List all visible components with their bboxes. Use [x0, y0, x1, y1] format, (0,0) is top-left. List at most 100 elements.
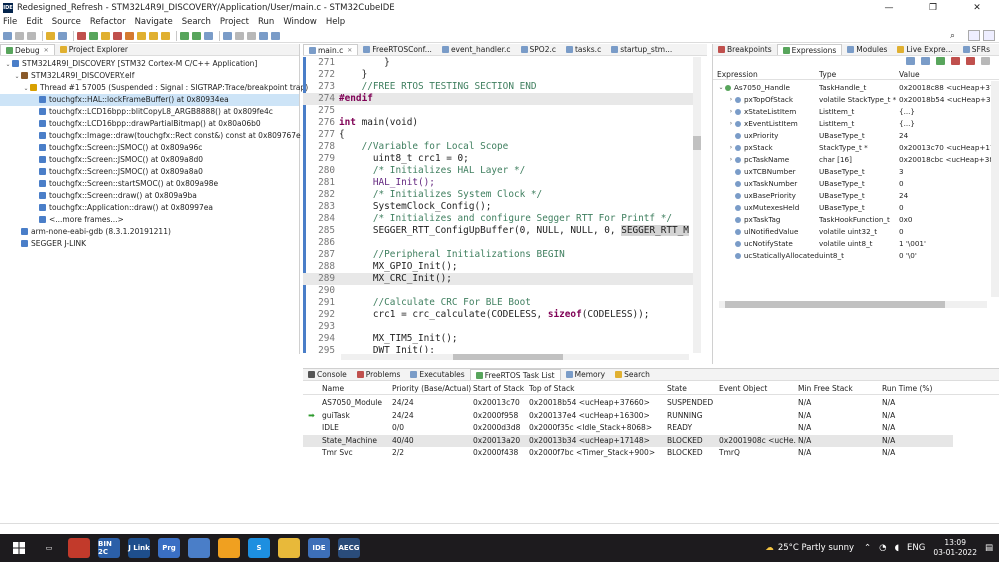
- menu-source[interactable]: Source: [52, 17, 81, 27]
- tab-debug[interactable]: Debug ✕: [0, 44, 55, 55]
- code-line[interactable]: 285 SEGGER_RTT_ConfigUpBuffer(0, NULL, N…: [303, 225, 699, 237]
- expression-row[interactable]: pxTaskTag TaskHookFunction_t 0x0: [713, 214, 999, 226]
- code-line[interactable]: 282 /* Initializes System Clock */: [303, 189, 699, 201]
- expression-row[interactable]: ⌄ As7050_Handle TaskHandle_t 0x20018c88 <uc…: [713, 82, 999, 94]
- task-col-header[interactable]: Start of Stack: [471, 383, 527, 394]
- step-return-icon[interactable]: [161, 31, 170, 40]
- vertical-scrollbar[interactable]: [693, 57, 701, 353]
- editor-tab[interactable]: event_handler.c: [437, 44, 516, 55]
- weather-icon[interactable]: ☁: [765, 543, 774, 553]
- close-button[interactable]: ✕: [955, 0, 999, 16]
- debug-tree-item[interactable]: touchgfx::Application::draw() at 0x80997…: [0, 202, 299, 214]
- perspective-debug-icon[interactable]: [983, 30, 995, 41]
- expression-value[interactable]: {...}: [899, 118, 995, 130]
- editor-tab[interactable]: tasks.c: [561, 44, 606, 55]
- task-row[interactable]: AS7050_Module 24/24 0x20013c70 0x20018b54 <…: [303, 397, 953, 409]
- expression-value[interactable]: 1 '\001': [899, 238, 995, 250]
- jlink-icon[interactable]: J Link: [128, 538, 150, 558]
- expr-vertical-scrollbar[interactable]: [991, 81, 999, 297]
- debug-tree-item[interactable]: touchgfx::Screen::draw() at 0x809a9ba: [0, 190, 299, 202]
- edit-icon[interactable]: [235, 31, 244, 40]
- expression-value[interactable]: 0x20018b54 <ucHeap+37: [899, 94, 995, 106]
- code-line[interactable]: 272 }: [303, 69, 699, 81]
- view-menu-icon[interactable]: [981, 57, 990, 65]
- debug-tree-item[interactable]: <...more frames...>: [0, 214, 299, 226]
- programmer-icon[interactable]: Prg: [158, 538, 180, 558]
- expr-horizontal-scroll-thumb[interactable]: [725, 301, 945, 308]
- bin2c-icon[interactable]: BIN 2C: [98, 538, 120, 558]
- menu-project[interactable]: Project: [220, 17, 249, 27]
- vertical-scroll-thumb[interactable]: [693, 136, 701, 150]
- tray-chevron-icon[interactable]: ⌃: [864, 543, 871, 553]
- editor-tab[interactable]: SPO2.c: [516, 44, 561, 55]
- code-line[interactable]: 280 /* Initializes HAL Layer */: [303, 165, 699, 177]
- task-col-header[interactable]: Run Time (%): [880, 383, 940, 394]
- debug-tree-item[interactable]: ⌄ Thread #1 57005 (Suspended : Signal : S…: [0, 82, 308, 94]
- aecg-icon[interactable]: AECG: [338, 538, 360, 558]
- right-tab[interactable]: Live Expre...: [892, 44, 957, 55]
- task-col-header[interactable]: Name: [320, 383, 390, 394]
- step-over-icon[interactable]: [149, 31, 158, 40]
- expression-row[interactable]: › pxStack StackType_t * 0x20013c70 <ucHeap+…: [713, 142, 999, 154]
- col-value[interactable]: Value: [899, 69, 995, 79]
- task-col-header[interactable]: Top of Stack: [527, 383, 665, 394]
- expression-row[interactable]: › pcTaskName char [16] 0x20018cbc <ucHeap+3…: [713, 154, 999, 166]
- suspend-icon[interactable]: [101, 31, 110, 40]
- task-row[interactable]: IDLE 0/0 0x2000d3d8 0x2000f35c <Idle_Stack+…: [303, 422, 953, 434]
- right-tab[interactable]: Modules: [842, 44, 892, 55]
- expression-row[interactable]: › pxTopOfStack volatile StackType_t * 0x200…: [713, 94, 999, 106]
- expression-row[interactable]: › xEventListItem ListItem_t {...}: [713, 118, 999, 130]
- editor-tab[interactable]: startup_stm...: [606, 44, 677, 55]
- expression-value[interactable]: 0: [899, 202, 995, 214]
- perspective-cube-icon[interactable]: [968, 30, 980, 41]
- expression-value[interactable]: 3: [899, 166, 995, 178]
- code-line[interactable]: 284 /* Initializes and configure Segger …: [303, 213, 699, 225]
- code-line[interactable]: 289 MX_CRC_Init();: [303, 273, 699, 285]
- windows-start-icon[interactable]: [8, 538, 30, 558]
- show-type-icon[interactable]: [921, 57, 930, 65]
- editor-tab[interactable]: FreeRTOSConf...: [358, 44, 437, 55]
- save-all-icon[interactable]: [27, 31, 36, 40]
- code-line[interactable]: 287 //Peripheral Initializations BEGIN: [303, 249, 699, 261]
- expression-value[interactable]: 0x20018c88 <ucHeap+379: [899, 82, 995, 94]
- code-area[interactable]: 271 } 272 } 273 //FREE RTOS TESTING SECTIO…: [303, 57, 699, 353]
- menu-refactor[interactable]: Refactor: [90, 17, 126, 27]
- language-indicator[interactable]: ENG: [907, 543, 925, 553]
- code-line[interactable]: 283 SystemClock_Config();: [303, 201, 699, 213]
- annotation-icon[interactable]: [247, 31, 256, 40]
- code-line[interactable]: 291 //Calculate CRC For BLE Boot: [303, 297, 699, 309]
- remove-expression-icon[interactable]: [951, 57, 960, 65]
- clock[interactable]: 13:09 03-01-2022: [933, 538, 977, 558]
- debug-tree-item[interactable]: touchgfx::Screen::startSMOC() at 0x809a9…: [0, 178, 299, 190]
- maximize-button[interactable]: ❐: [911, 0, 955, 16]
- task-col-header[interactable]: State: [665, 383, 717, 394]
- tree-toggle-icon[interactable]: ›: [727, 94, 735, 106]
- editor-tab[interactable]: main.c ✕: [303, 44, 359, 55]
- bottom-tab[interactable]: Console: [303, 369, 352, 380]
- settings-icon[interactable]: [58, 31, 67, 40]
- expression-row[interactable]: uxTCBNumber UBaseType_t 3: [713, 166, 999, 178]
- expression-row[interactable]: ucNotifyState volatile uint8_t 1 '\001': [713, 238, 999, 250]
- brave-icon[interactable]: [68, 538, 90, 558]
- code-line[interactable]: 279 uint8_t crc1 = 0;: [303, 153, 699, 165]
- expression-row[interactable]: uxBasePriority UBaseType_t 24: [713, 190, 999, 202]
- code-line[interactable]: 273 //FREE RTOS TESTING SECTION END: [303, 81, 699, 93]
- run-icon[interactable]: [192, 31, 201, 40]
- skype-icon[interactable]: S: [248, 538, 270, 558]
- notification-icon[interactable]: ▤: [985, 543, 993, 553]
- debug-tree-item[interactable]: touchgfx::Screen::JSMOC() at 0x809a8d0: [0, 154, 299, 166]
- debug-run-icon[interactable]: [180, 31, 189, 40]
- search-icon[interactable]: ⌕: [950, 31, 955, 41]
- right-tab[interactable]: Breakpoints: [713, 44, 777, 55]
- task-row[interactable]: ➡ guiTask 24/24 0x2000f958 0x200137e4 <ucHea…: [303, 410, 953, 422]
- debug-tree-item[interactable]: touchgfx::Screen::JSMOC() at 0x809a8a0: [0, 166, 299, 178]
- col-type[interactable]: Type: [819, 69, 899, 79]
- folder-icon[interactable]: [278, 538, 300, 558]
- expression-value[interactable]: {...}: [899, 106, 995, 118]
- tree-toggle-icon[interactable]: ›: [727, 106, 735, 118]
- open-type-icon[interactable]: [223, 31, 232, 40]
- code-line[interactable]: 286: [303, 237, 699, 249]
- bottom-tab[interactable]: FreeRTOS Task List: [469, 369, 561, 380]
- debug-tree-item[interactable]: touchgfx::Screen::JSMOC() at 0x809a96c: [0, 142, 299, 154]
- resume-icon[interactable]: [89, 31, 98, 40]
